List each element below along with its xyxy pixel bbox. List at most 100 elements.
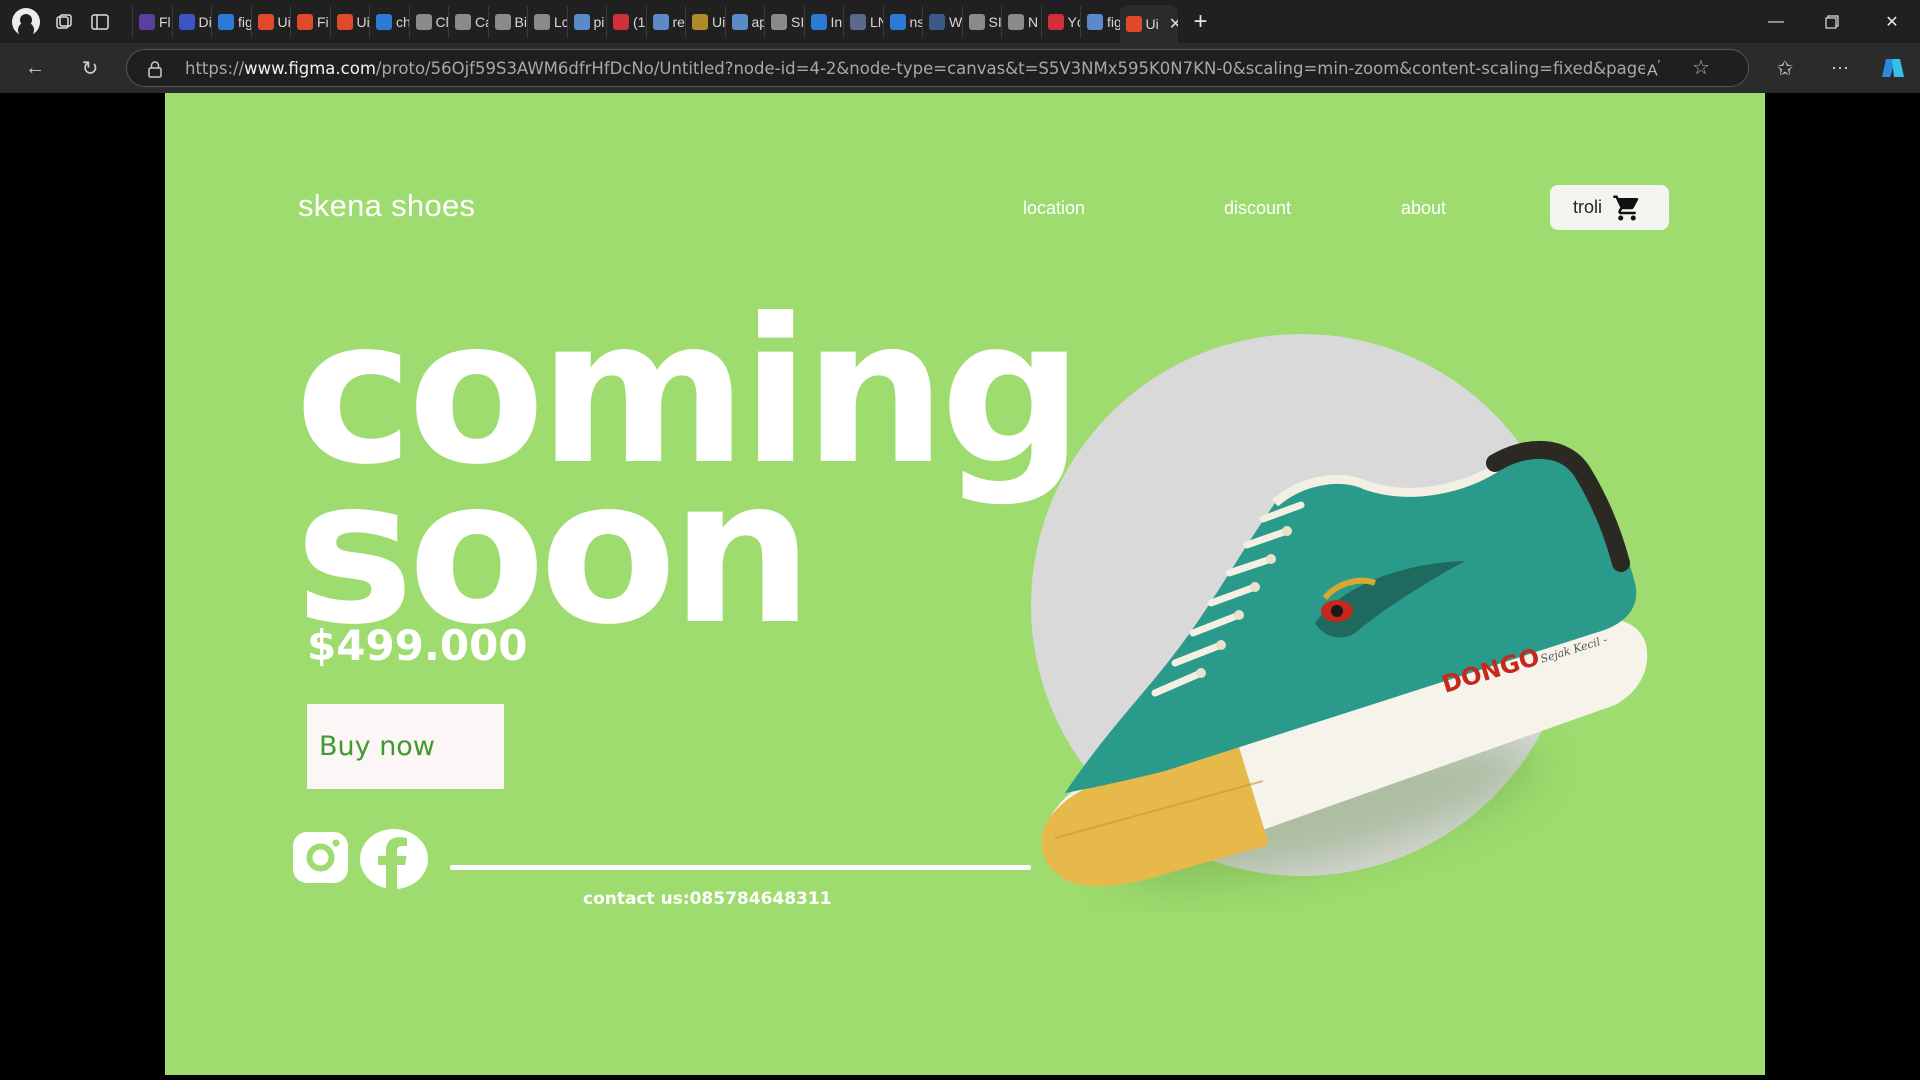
- tab-label: (1: [633, 13, 646, 30]
- browser-tab[interactable]: Lc: [527, 5, 567, 38]
- tab-label: pi: [593, 13, 605, 30]
- browser-tab[interactable]: Bi: [487, 5, 528, 38]
- tab-label: Cl: [435, 13, 449, 30]
- tab-close-icon[interactable]: ✕: [1169, 14, 1178, 34]
- browser-tab[interactable]: fig: [1080, 5, 1120, 38]
- tab-label: fig: [238, 13, 251, 30]
- browser-tab[interactable]: Ui: [685, 5, 725, 38]
- tab-active[interactable]: Ui ✕: [1119, 5, 1178, 43]
- price-label: $499.000: [307, 621, 528, 670]
- browser-tab[interactable]: fig: [211, 5, 251, 38]
- browser-tab[interactable]: N: [1001, 5, 1041, 38]
- browser-tab[interactable]: Fl: [132, 5, 172, 38]
- browser-tab[interactable]: pi: [566, 5, 607, 38]
- tab-label: Bi: [514, 13, 527, 30]
- tab-favicon-icon: [415, 13, 432, 30]
- tab-label: Fi: [317, 13, 329, 30]
- tab-strip: Fl Di fig Ui Fi Ui ch Cl Ca Bi Lc pi (1 re Ui ap SI In LN n…: [132, 0, 1178, 43]
- tab-label: Yc: [1067, 13, 1081, 30]
- tab-label: LN: [870, 13, 883, 30]
- browser-tab[interactable]: re: [645, 5, 686, 38]
- tab-label: N: [1028, 13, 1039, 30]
- tab-favicon-icon: [455, 13, 471, 30]
- tab-favicon-icon: [573, 13, 590, 30]
- browser-tab[interactable]: ch: [369, 5, 409, 38]
- browser-tab[interactable]: In: [803, 5, 844, 38]
- browser-tab[interactable]: SI: [961, 5, 1002, 38]
- browser-tab[interactable]: (1: [606, 5, 646, 38]
- workspaces-icon[interactable]: [46, 4, 82, 40]
- tab-favicon-icon: [218, 13, 234, 30]
- nav-about[interactable]: about: [1401, 198, 1446, 219]
- read-aloud-icon[interactable]: A′: [1647, 57, 1660, 80]
- browser-tab[interactable]: Ui: [250, 5, 290, 38]
- tab-label: ap: [751, 13, 765, 30]
- tab-label: fig: [1107, 13, 1120, 30]
- url-text: https://www.figma.com/proto/56Ojf59S3AWM…: [185, 58, 1645, 78]
- cart-button[interactable]: troli: [1550, 185, 1669, 230]
- tab-favicon-icon: [1087, 13, 1103, 30]
- tab-label: SI: [988, 13, 1002, 30]
- cart-label: troli: [1573, 197, 1603, 217]
- tab-label: ch: [396, 13, 409, 30]
- brand-logo[interactable]: skena shoes: [298, 188, 475, 224]
- facebook-icon[interactable]: [360, 829, 428, 889]
- tab-label: SI: [791, 13, 804, 30]
- browser-tab[interactable]: ap: [724, 5, 765, 38]
- tab-label: In: [830, 13, 843, 30]
- tab-favicon-icon: [889, 13, 906, 30]
- minimize-icon[interactable]: —: [1748, 0, 1804, 43]
- sneaker-product-image: DONGO - Sejak Kecil -: [1041, 440, 1648, 887]
- more-options-icon[interactable]: ⋯: [1825, 53, 1855, 83]
- tab-label: Ui: [356, 13, 370, 30]
- tab-favicon-icon: [336, 13, 353, 30]
- tab-favicon-icon: [1047, 13, 1064, 30]
- browser-tab[interactable]: Ca: [448, 5, 488, 38]
- browser-tab[interactable]: Di: [171, 5, 211, 38]
- profile-avatar-icon[interactable]: [12, 7, 40, 36]
- close-window-icon[interactable]: ✕: [1864, 0, 1920, 43]
- tab-label: re: [672, 13, 685, 30]
- lock-icon[interactable]: [147, 60, 163, 78]
- vertical-tabs-icon[interactable]: [82, 4, 118, 40]
- reload-icon[interactable]: ↻: [75, 53, 105, 83]
- back-arrow-icon[interactable]: ←: [20, 53, 50, 83]
- restore-icon[interactable]: [1804, 0, 1860, 43]
- tab-label: Fl: [159, 13, 171, 30]
- nav-discount[interactable]: discount: [1224, 198, 1291, 219]
- landing-page-frame: skena shoes location discount about trol…: [165, 93, 1765, 1075]
- tab-favicon-icon: [968, 13, 985, 30]
- tab-favicon-icon: [297, 13, 313, 30]
- tab-favicon-icon: [613, 13, 629, 30]
- divider-line: [450, 865, 1031, 870]
- browser-tab[interactable]: ns: [882, 5, 923, 38]
- buy-now-button[interactable]: Buy now: [307, 704, 504, 789]
- favorite-star-icon[interactable]: ☆: [1692, 55, 1710, 80]
- tab-label: W: [949, 13, 962, 30]
- browser-tab[interactable]: SI: [764, 5, 804, 38]
- copilot-icon[interactable]: [1878, 53, 1908, 83]
- url-field[interactable]: https://www.figma.com/proto/56Ojf59S3AWM…: [126, 49, 1749, 87]
- tab-favicon-icon: [692, 13, 708, 30]
- tab-favicon-icon: [1008, 13, 1024, 30]
- browser-tab[interactable]: Fi: [290, 5, 330, 38]
- instagram-icon[interactable]: [292, 831, 349, 884]
- tab-favicon-icon: [1125, 16, 1142, 32]
- browser-tab[interactable]: W: [922, 5, 962, 38]
- tab-favicon-icon: [534, 13, 550, 30]
- browser-tab[interactable]: Yc: [1040, 5, 1081, 38]
- browser-tab[interactable]: Ui: [329, 5, 370, 38]
- browser-tab[interactable]: Cl: [408, 5, 449, 38]
- tab-favicon-icon: [731, 13, 748, 30]
- nav-location[interactable]: location: [1023, 198, 1085, 219]
- tab-favicon-icon: [850, 13, 866, 30]
- tab-label: ns: [909, 13, 923, 30]
- prototype-viewport: skena shoes location discount about trol…: [5, 93, 1915, 1075]
- tab-favicon-icon: [376, 13, 392, 30]
- new-tab-plus-icon[interactable]: +: [1194, 8, 1208, 36]
- tab-label: Ca: [475, 13, 488, 30]
- browser-tab[interactable]: LN: [843, 5, 883, 38]
- tab-favicon-icon: [929, 13, 945, 30]
- favorites-icon[interactable]: ✩: [1770, 53, 1800, 83]
- tab-favicon-icon: [652, 13, 669, 30]
